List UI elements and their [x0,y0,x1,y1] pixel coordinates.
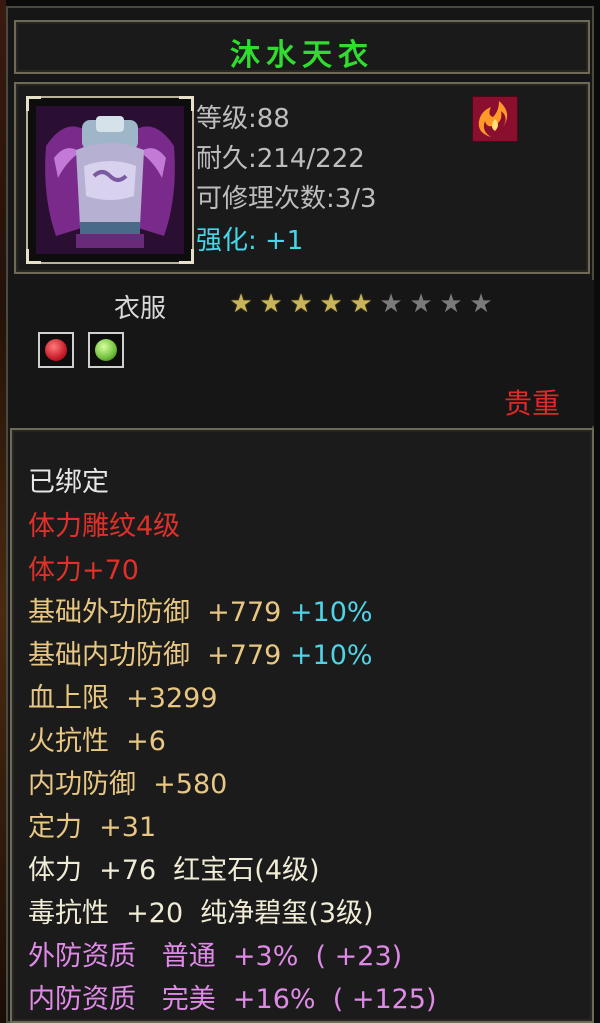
aptitude-line: 外防资质 普通 +3% ( +23) [28,941,403,972]
star-icon: ★ [289,289,313,319]
star-icon: ★ [229,289,253,319]
jade-gem-icon[interactable] [88,332,124,368]
attribute-line: 基础外功防御 +779 +10% [28,590,373,629]
attribute-line: 基础内功防御 +779 +10% [28,633,373,672]
item-attributes-panel: 已绑定 体力雕纹4级 体力+70 基础外功防御 +779 +10% 基础内功防御… [10,428,594,1023]
attribute-line: 体力雕纹4级 [28,511,181,542]
item-name: 沐水天衣 [230,38,374,73]
item-category: 衣服 [114,294,167,324]
star-icon: ★ [349,289,373,319]
attribute-line: 定力 +31 [28,812,157,843]
attribute-line: 血上限 +3299 [28,683,218,714]
gem-attribute-line: 体力 +76 红宝石(4级) [28,855,320,886]
item-info-panel: 等级:88 耐久:214/222 可修理次数:3/3 强化: +1 [14,82,590,274]
attribute-bonus: +10% [289,597,373,628]
armor-portrait-icon [36,106,184,254]
star-icon: ★ [439,289,463,319]
attribute-line: 内功防御 +580 [28,769,228,800]
star-icon: ★ [409,289,433,319]
item-enhance-level: 强化: +1 [196,226,304,256]
star-rating: ★ ★ ★ ★ ★ ★ ★ ★ ★ [226,290,496,318]
attribute-line: 体力+70 [28,555,139,586]
item-title-bar: 沐水天衣 [14,20,590,74]
item-level: 等级:88 [196,104,290,134]
attribute-bonus: +10% [289,640,373,671]
attribute-text: 基础外功防御 +779 [28,597,290,628]
star-icon: ★ [469,289,493,319]
item-repair-count: 可修理次数:3/3 [196,184,377,214]
star-icon: ★ [259,289,283,319]
star-icon: ★ [379,289,403,319]
item-category-panel: 衣服 ★ ★ ★ ★ ★ ★ ★ ★ ★ 贵重 [10,280,594,426]
fire-element-icon [472,96,518,142]
item-rarity: 贵重 [503,387,560,420]
attribute-line: 火抗性 +6 [28,726,166,757]
aptitude-line: 内防资质 完美 +16% ( +125) [28,984,437,1015]
bound-status: 已绑定 [28,467,109,498]
star-icon: ★ [319,289,343,319]
gem-attribute-line: 毒抗性 +20 纯净碧玺(3级) [28,898,374,929]
attribute-text: 基础内功防御 +779 [28,640,290,671]
item-durability: 耐久:214/222 [196,144,365,174]
ruby-gem-icon[interactable] [38,332,74,368]
item-portrait-frame [26,96,194,264]
